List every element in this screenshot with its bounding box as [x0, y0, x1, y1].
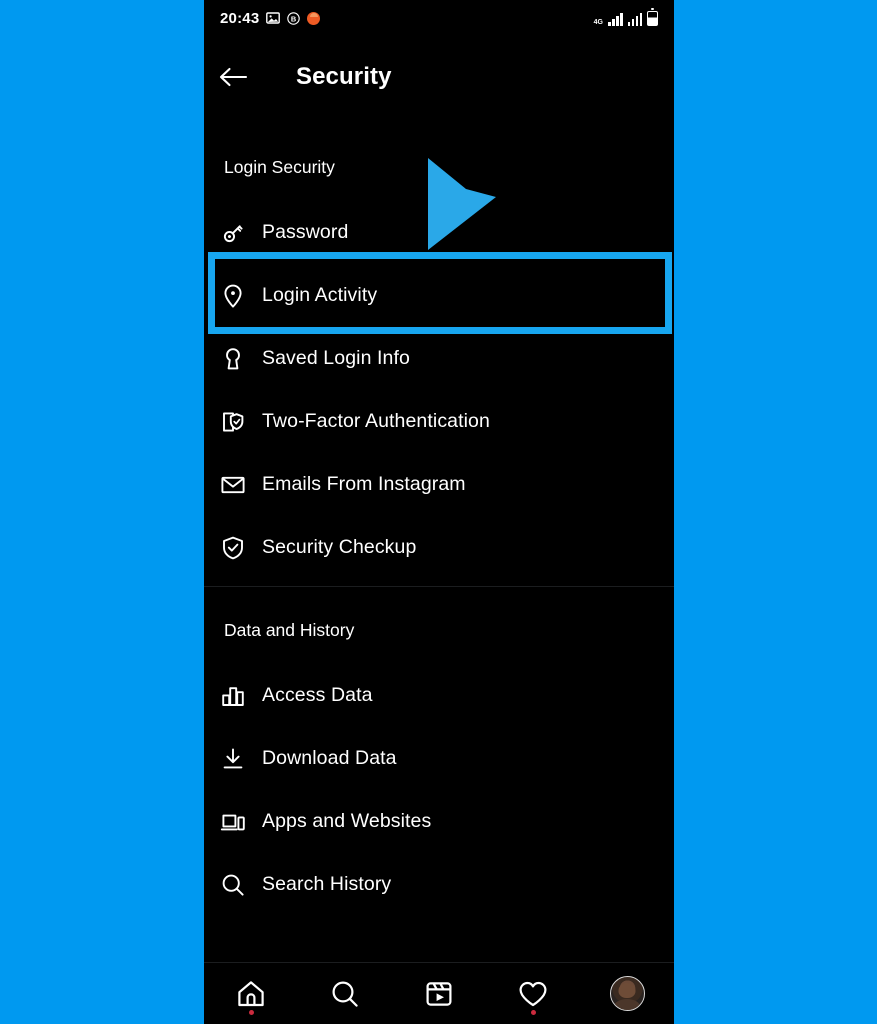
menu-item-download-data[interactable]: Download Data	[204, 727, 674, 790]
section-divider	[204, 586, 674, 587]
status-bar: 20:43 B 4G	[204, 0, 674, 36]
signal-bars-icon	[608, 13, 623, 26]
battery-icon	[647, 7, 658, 26]
nav-item-reels[interactable]	[392, 963, 486, 1024]
menu-item-label: Emails From Instagram	[262, 473, 466, 495]
download-arrow-icon	[204, 746, 262, 772]
menu-item-label: Two-Factor Authentication	[262, 410, 490, 432]
page-title: Security	[296, 63, 392, 90]
image-icon	[266, 12, 281, 24]
status-bar-left: 20:43 B	[220, 9, 321, 27]
menu-item-label: Security Checkup	[262, 536, 417, 558]
svg-text:B: B	[291, 14, 296, 23]
home-badge-dot	[248, 1010, 254, 1015]
back-button[interactable]	[204, 66, 262, 88]
heart-icon	[519, 981, 547, 1006]
home-icon	[238, 980, 264, 1006]
signal-bars-icon	[627, 13, 642, 26]
back-arrow-icon	[219, 67, 248, 87]
envelope-icon	[204, 472, 262, 498]
laptop-phone-icon	[204, 809, 262, 835]
phone-shield-check-icon	[204, 409, 262, 435]
keyhole-icon	[204, 346, 262, 372]
nav-item-search[interactable]	[298, 963, 392, 1024]
reels-icon	[426, 981, 452, 1006]
nav-item-activity[interactable]	[486, 963, 580, 1024]
orange-dot-icon	[307, 11, 321, 25]
status-bar-right: 4G	[593, 7, 658, 26]
bar-chart-icon	[204, 683, 262, 709]
circled-b-icon: B	[287, 11, 301, 25]
menu-item-security-checkup[interactable]: Security Checkup	[204, 516, 674, 579]
menu-item-password[interactable]: Password	[204, 201, 674, 264]
network-type-label: 4G	[593, 18, 603, 26]
bottom-navigation-bar	[204, 963, 674, 1024]
section-header-data-and-history: Data and History	[224, 620, 355, 640]
menu-item-apps-and-websites[interactable]: Apps and Websites	[204, 790, 674, 853]
shield-check-icon	[204, 535, 262, 561]
menu-item-label: Apps and Websites	[262, 810, 432, 832]
menu-item-label: Saved Login Info	[262, 347, 410, 369]
menu-item-two-factor-authentication[interactable]: Two-Factor Authentication	[204, 390, 674, 453]
activity-badge-dot	[530, 1010, 536, 1015]
phone-screen: 20:43 B 4G Security Login Security Passw…	[204, 0, 674, 1024]
menu-item-login-activity[interactable]: Login Activity	[204, 264, 674, 327]
menu-item-label: Access Data	[262, 684, 373, 706]
menu-item-emails-from-instagram[interactable]: Emails From Instagram	[204, 453, 674, 516]
nav-item-home[interactable]	[204, 963, 298, 1024]
magnifier-icon	[332, 981, 358, 1007]
menu-item-label: Login Activity	[262, 284, 378, 306]
nav-item-profile[interactable]	[580, 963, 674, 1024]
menu-item-label: Password	[262, 221, 349, 243]
location-pin-icon	[204, 283, 262, 309]
menu-item-label: Search History	[262, 873, 392, 895]
menu-item-search-history[interactable]: Search History	[204, 853, 674, 916]
magnifier-icon	[204, 872, 262, 898]
menu-item-saved-login-info[interactable]: Saved Login Info	[204, 327, 674, 390]
avatar	[609, 976, 645, 1011]
menu-item-label: Download Data	[262, 747, 397, 769]
menu-item-access-data[interactable]: Access Data	[204, 664, 674, 727]
app-bar: Security	[204, 46, 674, 108]
status-bar-clock: 20:43	[220, 9, 260, 27]
section-header-login-security: Login Security	[224, 157, 335, 177]
key-icon	[204, 220, 262, 246]
